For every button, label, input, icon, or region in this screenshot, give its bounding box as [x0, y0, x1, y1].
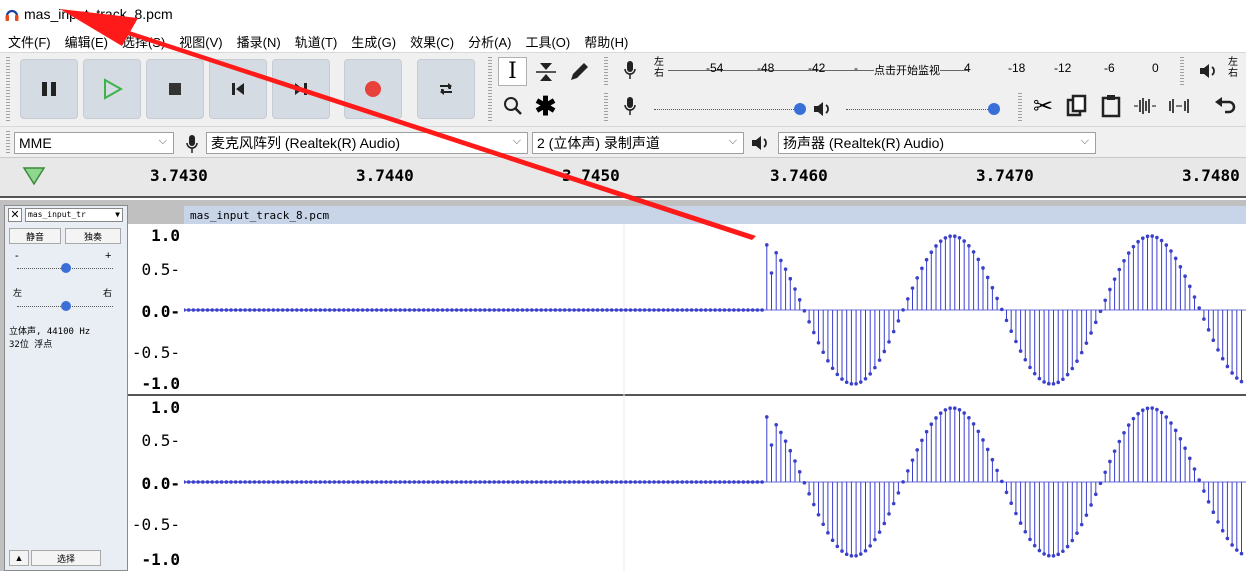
- annotation-arrow: [60, 9, 756, 240]
- arrowhead-icon: [60, 9, 138, 46]
- arrow-shaft: [112, 26, 756, 240]
